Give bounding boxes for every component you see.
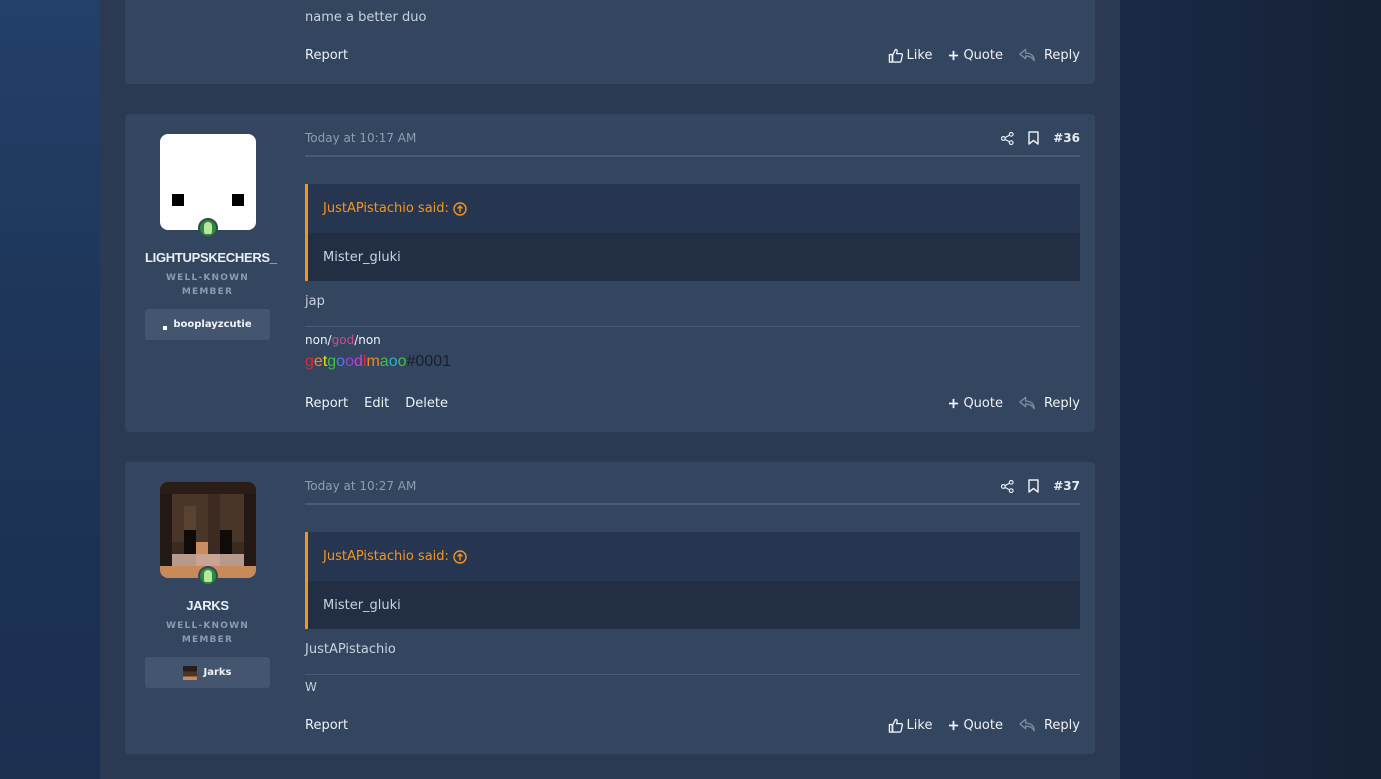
- report-button[interactable]: Report: [305, 718, 348, 733]
- rainbow-letter: o: [388, 353, 398, 370]
- quote-label: Quote: [963, 47, 1003, 63]
- signature-line-2: getgoodlmaoo#0001: [305, 351, 451, 371]
- quote-header: JustAPistachio said:: [308, 532, 1080, 581]
- post-message: JustAPistachio: [305, 642, 396, 657]
- quote-body: Mister_gluki: [308, 233, 1080, 281]
- quote-author[interactable]: JustAPistachio said:: [323, 201, 449, 216]
- post-number[interactable]: #37: [1053, 479, 1080, 493]
- quote-block: JustAPistachio said: Mister_gluki: [305, 532, 1080, 629]
- post-36: LIGHTUPSKECHERS_ WELL-KNOWN MEMBER boopl…: [125, 114, 1095, 432]
- reply-icon: [1019, 396, 1035, 410]
- post-actions: Report Edit Delete Quote Reply: [305, 393, 1080, 413]
- plus-icon: [949, 50, 959, 60]
- bookmark-icon[interactable]: [1028, 131, 1039, 145]
- like-button[interactable]: Like: [888, 47, 933, 63]
- online-status-icon: [197, 218, 218, 238]
- avatar[interactable]: [159, 134, 256, 238]
- arrow-up-circle-icon[interactable]: [453, 549, 467, 564]
- signature-part: /non: [354, 333, 381, 347]
- user-info: JARKS WELL-KNOWN MEMBER Jarks: [145, 482, 270, 688]
- rainbow-letter: o: [336, 353, 346, 370]
- rainbow-letter: m: [366, 353, 380, 370]
- banner-label: Jarks: [203, 667, 232, 678]
- post-meta: Today at 10:27 AM #37: [305, 479, 1080, 505]
- user-banner: booplayzcutie: [145, 309, 270, 340]
- report-button[interactable]: Report: [305, 396, 348, 411]
- signature-line-1: non/god/non: [305, 333, 381, 347]
- like-label: Like: [906, 47, 933, 63]
- post-37: JARKS WELL-KNOWN MEMBER Jarks Today at 1…: [125, 462, 1095, 754]
- reply-icon: [1019, 718, 1035, 732]
- like-button[interactable]: Like: [888, 717, 933, 733]
- share-icon[interactable]: [1001, 131, 1014, 145]
- plus-icon: [949, 720, 959, 730]
- post-actions: Report Like Quote Reply: [305, 715, 1080, 735]
- signature-divider: [305, 326, 1080, 327]
- quote-block: JustAPistachio said: Mister_gluki: [305, 184, 1080, 281]
- user-banner: Jarks: [145, 657, 270, 688]
- post-actions: Report Like Quote Reply: [305, 45, 1080, 65]
- rainbow-letter: o: [397, 353, 407, 370]
- signature-part-god: god: [331, 333, 355, 347]
- banner-label: booplayzcutie: [173, 319, 252, 330]
- rainbow-letter: g: [327, 353, 337, 370]
- reply-label: Reply: [1043, 717, 1080, 733]
- reply-label: Reply: [1043, 395, 1080, 411]
- user-title: WELL-KNOWN MEMBER: [166, 621, 249, 645]
- post-previous: name a better duo Report Like Quote Repl…: [125, 0, 1095, 84]
- post-message: name a better duo: [305, 10, 427, 25]
- delete-button[interactable]: Delete: [405, 396, 448, 411]
- quote-button[interactable]: Quote: [948, 718, 1003, 733]
- quote-label: Quote: [963, 717, 1003, 733]
- bookmark-icon[interactable]: [1028, 479, 1039, 493]
- signature: W: [305, 680, 317, 694]
- rainbow-text: getgoodlmaoo: [305, 353, 407, 370]
- report-button[interactable]: Report: [305, 48, 348, 63]
- edit-button[interactable]: Edit: [364, 396, 389, 411]
- reply-button[interactable]: Reply: [1019, 718, 1080, 733]
- avatar[interactable]: [159, 482, 256, 586]
- signature-divider: [305, 674, 1080, 675]
- post-date[interactable]: Today at 10:27 AM: [305, 479, 1001, 493]
- reply-button[interactable]: Reply: [1019, 396, 1080, 411]
- reply-icon: [1019, 48, 1035, 62]
- online-status-icon: [197, 566, 218, 586]
- quote-header: JustAPistachio said:: [308, 184, 1080, 233]
- post-date[interactable]: Today at 10:17 AM: [305, 131, 1001, 145]
- arrow-up-circle-icon[interactable]: [453, 201, 467, 216]
- signature-tag: #0001: [406, 353, 452, 370]
- post-meta: Today at 10:17 AM #36: [305, 131, 1080, 157]
- page-background-left: [0, 0, 100, 779]
- signature-part: non/: [305, 333, 332, 347]
- banner-skin-icon: [163, 325, 168, 330]
- plus-icon: [949, 398, 959, 408]
- quote-author[interactable]: JustAPistachio said:: [323, 549, 449, 564]
- reply-label: Reply: [1043, 47, 1080, 63]
- user-title: WELL-KNOWN MEMBER: [166, 273, 249, 297]
- like-label: Like: [906, 717, 933, 733]
- quote-button[interactable]: Quote: [948, 48, 1003, 63]
- rainbow-letter: d: [353, 353, 363, 370]
- rainbow-letter: g: [305, 353, 314, 370]
- quote-body: Mister_gluki: [308, 581, 1080, 629]
- reply-button[interactable]: Reply: [1019, 48, 1080, 63]
- share-icon[interactable]: [1001, 479, 1014, 493]
- page-background-right: [1120, 0, 1381, 779]
- user-info: LIGHTUPSKECHERS_ WELL-KNOWN MEMBER boopl…: [145, 134, 277, 340]
- username[interactable]: LIGHTUPSKECHERS_: [145, 250, 277, 265]
- thumbs-up-icon: [888, 718, 903, 733]
- rainbow-letter: o: [345, 353, 354, 370]
- quote-label: Quote: [963, 395, 1003, 411]
- banner-skin-icon: [183, 665, 198, 680]
- thumbs-up-icon: [888, 48, 903, 63]
- post-message: jap: [305, 294, 325, 309]
- rainbow-letter: e: [313, 353, 323, 370]
- post-number[interactable]: #36: [1053, 131, 1080, 145]
- quote-button[interactable]: Quote: [948, 396, 1003, 411]
- rainbow-letter: a: [379, 353, 389, 370]
- username[interactable]: JARKS: [145, 598, 270, 613]
